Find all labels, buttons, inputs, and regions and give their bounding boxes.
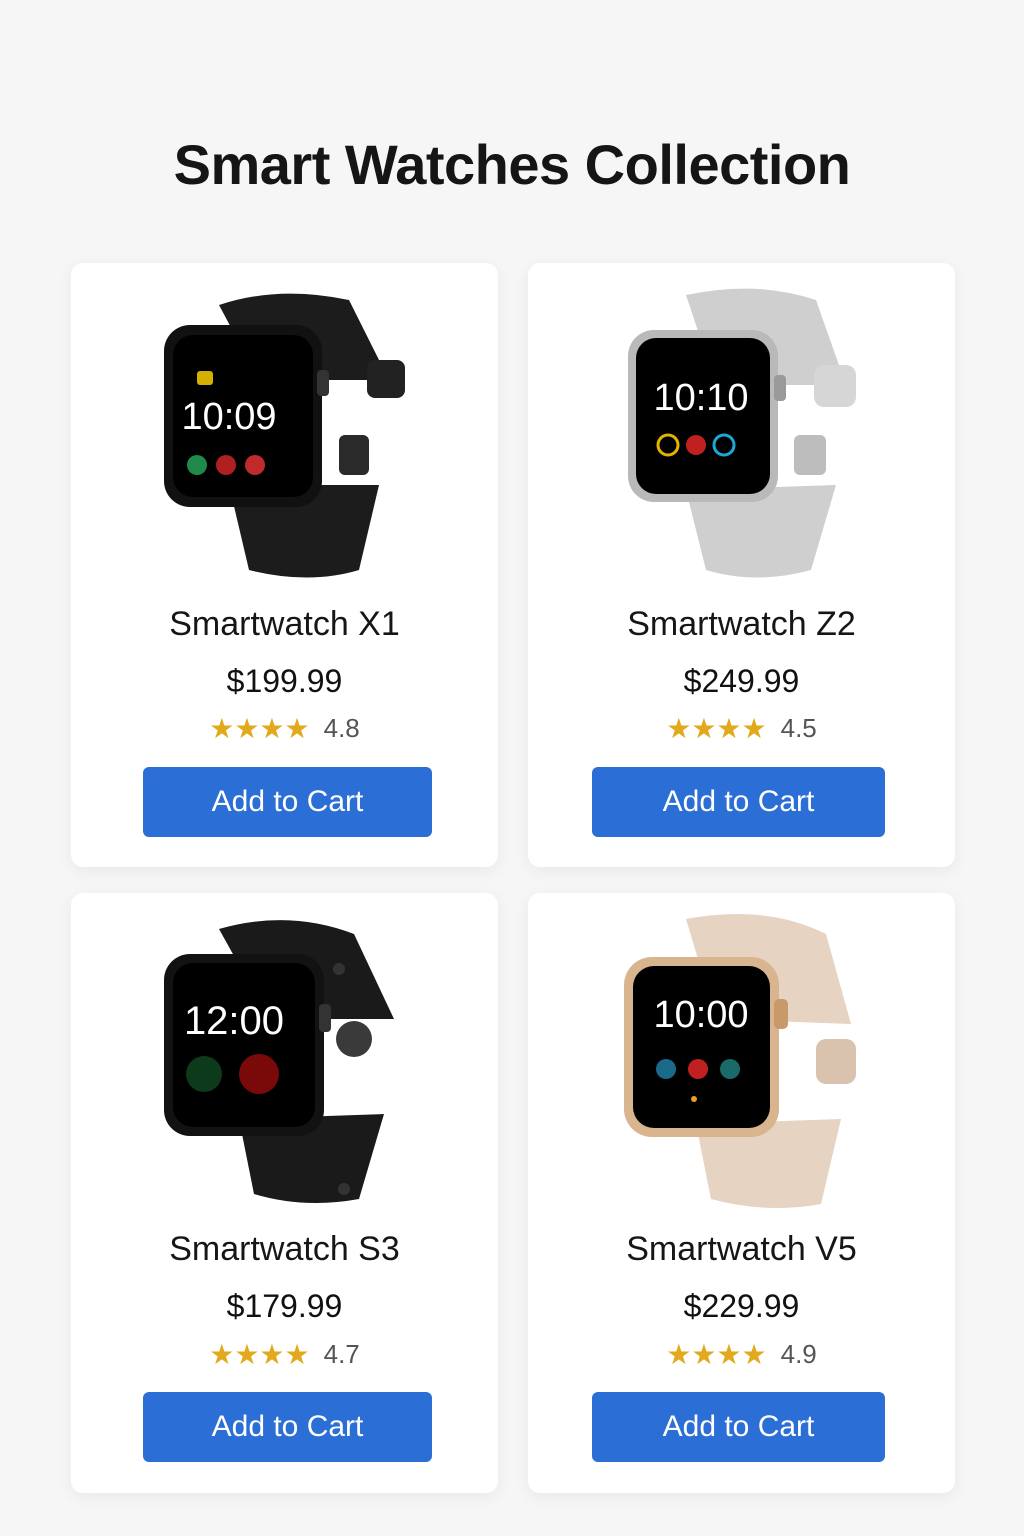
rating: ★★★★ 4.9 [528, 1339, 955, 1370]
svg-text:10:10: 10:10 [653, 377, 748, 419]
product-card: 10:10 Smartwatch Z2 $249.99 ★★★★ 4.5 Add… [528, 263, 955, 867]
rating-value: 4.7 [323, 1339, 360, 1369]
rating-value: 4.5 [780, 713, 817, 743]
product-name: Smartwatch Z2 [627, 605, 856, 643]
svg-text:10:00: 10:00 [653, 994, 748, 1036]
add-to-cart-button[interactable]: Add to Cart [143, 767, 432, 837]
product-name: Smartwatch V5 [626, 1230, 857, 1268]
product-card: 10:09 Smartwatch X1 $199.99 ★★★★ 4.8 Add… [71, 263, 498, 867]
watch-black-icon[interactable]: 10:09 [159, 285, 409, 585]
watch-silver-icon[interactable]: 10:10 [616, 285, 866, 585]
product-price: $179.99 [226, 1288, 343, 1324]
star-rating-icon: ★★★★ [209, 1338, 310, 1370]
svg-text:10:09: 10:09 [181, 396, 276, 438]
add-to-cart-button[interactable]: Add to Cart [592, 767, 885, 837]
product-price: $199.99 [226, 663, 343, 699]
watch-rose-gold-icon[interactable]: 10:00 [616, 909, 866, 1209]
page-title: Smart Watches Collection [173, 133, 851, 196]
watch-black-sport-icon[interactable]: 12:00 [159, 909, 409, 1209]
rating: ★★★★ 4.7 [71, 1339, 498, 1370]
svg-text:12:00: 12:00 [184, 999, 284, 1043]
star-rating-icon: ★★★★ [666, 712, 767, 744]
product-price: $249.99 [683, 663, 800, 699]
star-rating-icon: ★★★★ [666, 1338, 767, 1370]
product-name: Smartwatch S3 [169, 1230, 400, 1268]
product-name: Smartwatch X1 [169, 605, 400, 643]
rating-value: 4.8 [323, 713, 360, 743]
product-card: 12:00 Smartwatch S3 $179.99 ★★★★ 4.7 Add… [71, 893, 498, 1493]
product-price: $229.99 [683, 1288, 800, 1324]
rating: ★★★★ 4.8 [71, 713, 498, 744]
rating: ★★★★ 4.5 [528, 713, 955, 744]
star-rating-icon: ★★★★ [209, 712, 310, 744]
rating-value: 4.9 [780, 1339, 817, 1369]
add-to-cart-button[interactable]: Add to Cart [592, 1392, 885, 1462]
add-to-cart-button[interactable]: Add to Cart [143, 1392, 432, 1462]
product-card: 10:00 Smartwatch V5 $229.99 ★★★★ 4.9 Add… [528, 893, 955, 1493]
